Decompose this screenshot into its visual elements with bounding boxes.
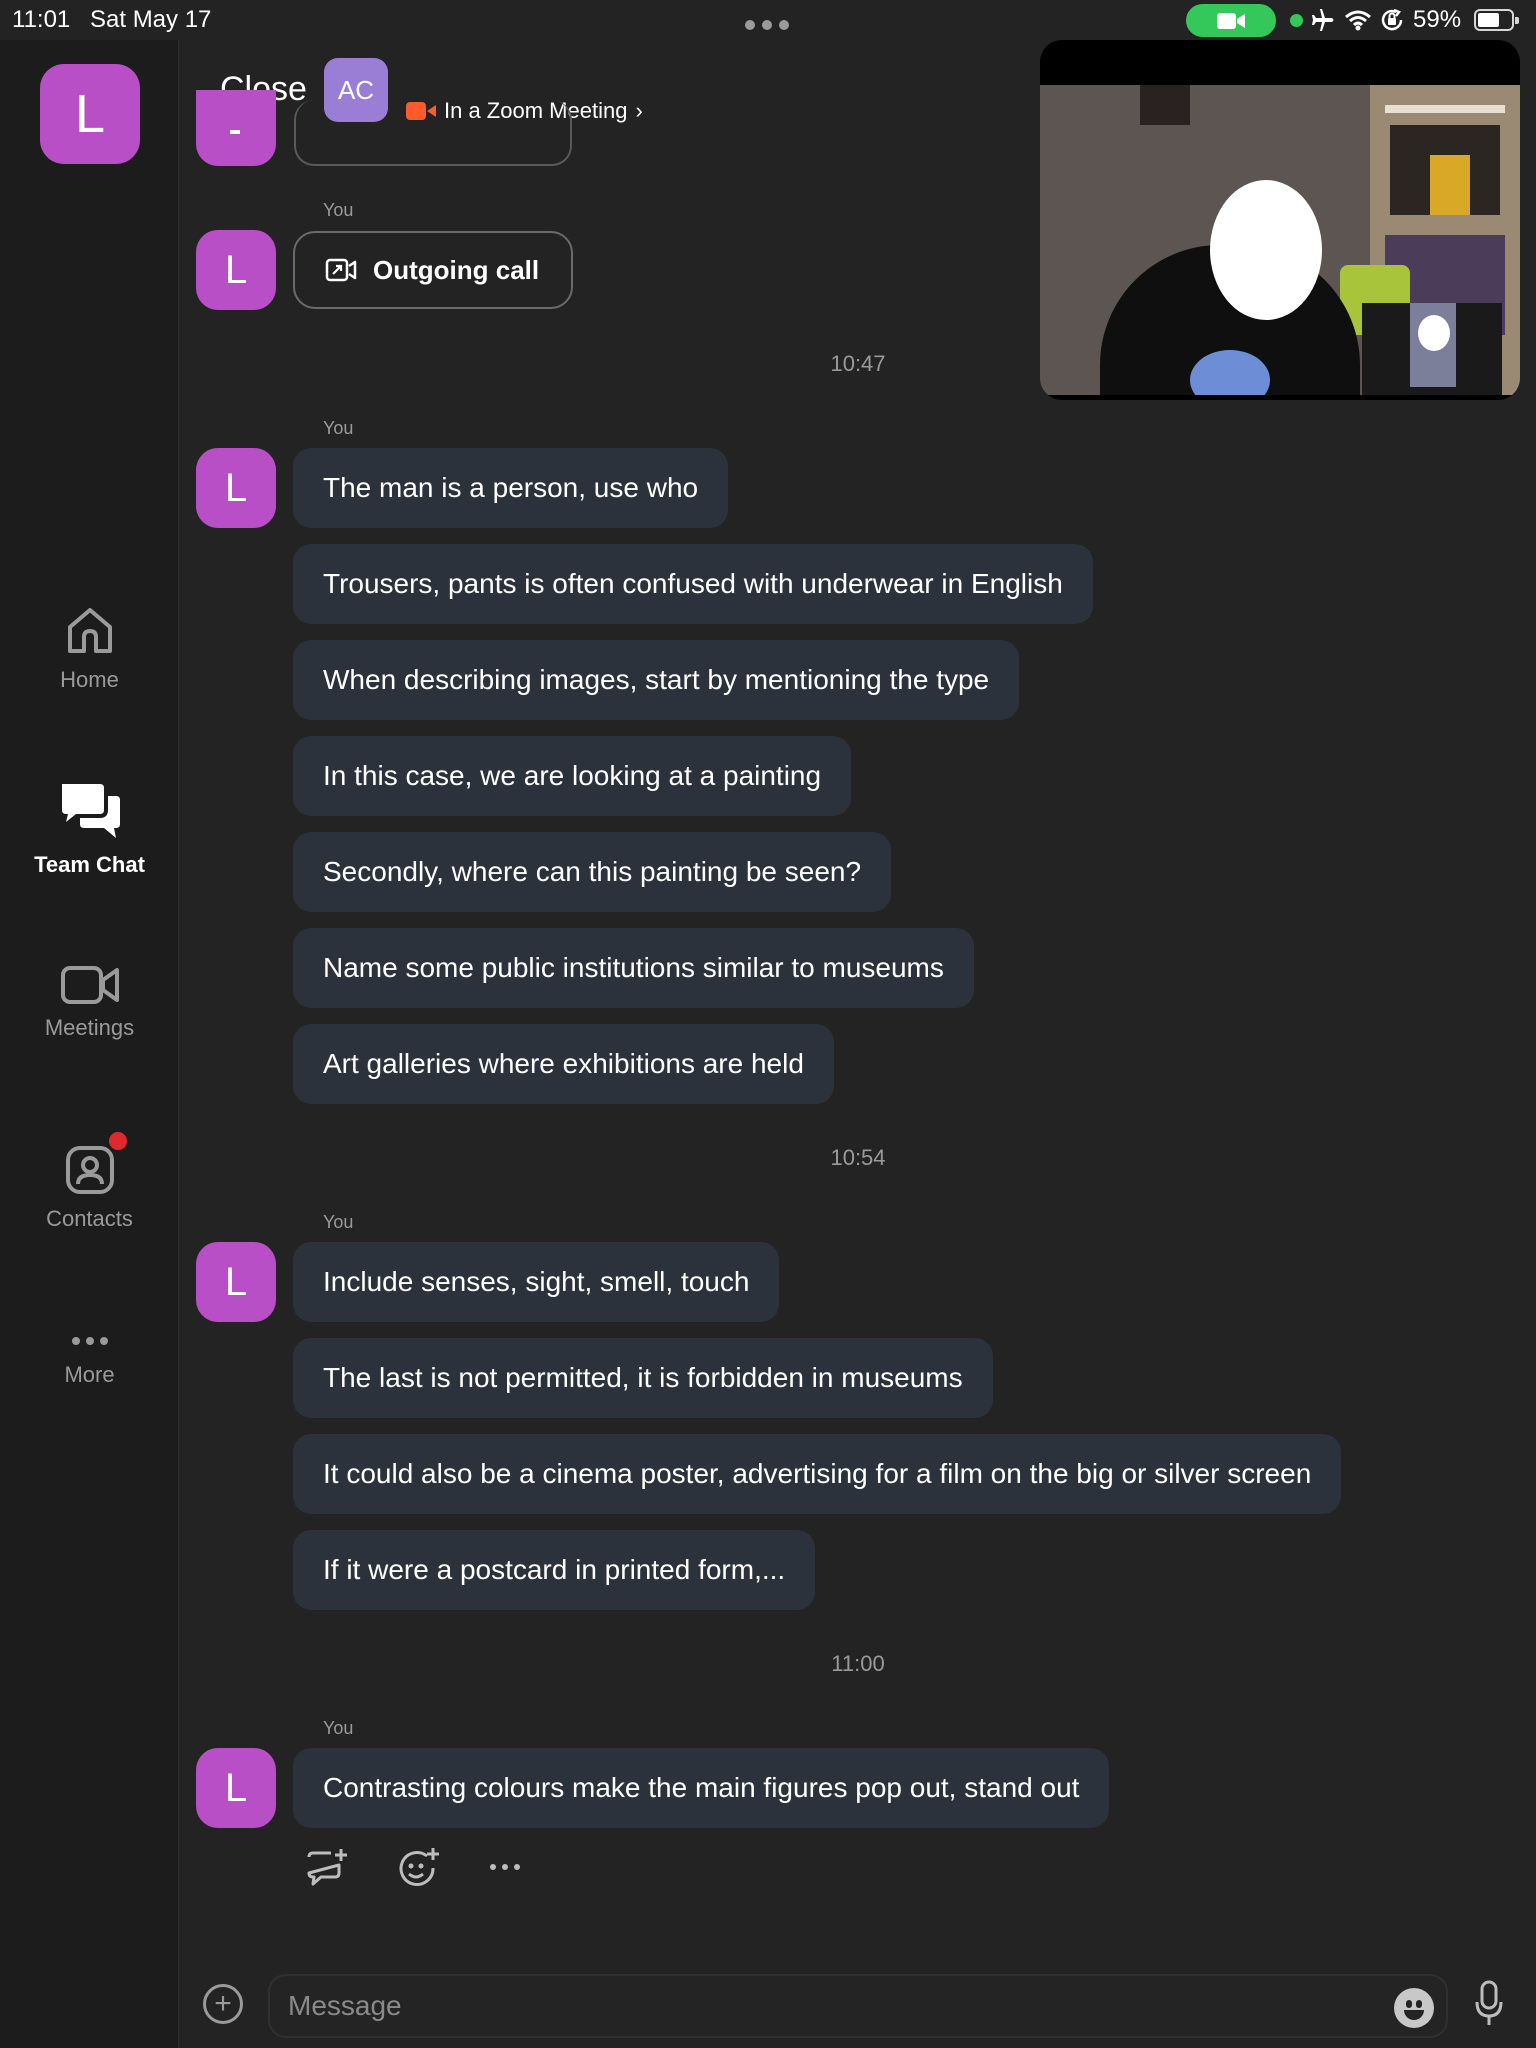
sidebar-item-home[interactable]: Home [0, 605, 179, 693]
chat-bubbles-icon [61, 784, 120, 838]
sender-label: You [323, 200, 354, 220]
message-input[interactable] [288, 1976, 1368, 2036]
message-bubble[interactable]: It could also be a cinema poster, advert… [293, 1434, 1342, 1514]
reply-thread-icon[interactable] [305, 1847, 349, 1887]
sidebar-item-label: Contacts [46, 1206, 133, 1231]
timestamp: 10:54 [830, 1145, 886, 1170]
orientation-lock-icon [1381, 8, 1403, 31]
outgoing-video-call-icon [325, 258, 357, 282]
avatar[interactable]: L [196, 448, 276, 528]
message-bubble[interactable]: Contrasting colours make the main figure… [293, 1748, 1110, 1828]
avatar[interactable]: L [196, 1242, 276, 1322]
message-bubble[interactable]: When describing images, start by mention… [293, 640, 1020, 720]
wifi-icon [1345, 10, 1371, 31]
sidebar-item-label: Meetings [44, 1015, 135, 1040]
self-video-feed [1362, 303, 1502, 395]
outgoing-call-bubble[interactable]: Outgoing call [293, 231, 573, 309]
status-time: 11:01 [12, 6, 71, 33]
sidebar-item-team-chat[interactable]: Team Chat [0, 780, 179, 878]
message-bubble[interactable]: Trousers, pants is often confused with u… [293, 544, 1093, 624]
add-reaction-icon[interactable] [397, 1846, 441, 1888]
home-icon [67, 608, 112, 653]
status-date: Sat May 17 [90, 6, 212, 33]
sidebar-item-more[interactable]: More [0, 1330, 179, 1388]
battery-icon [1474, 9, 1519, 31]
sidebar-item-label: Home [60, 667, 119, 692]
airplane-mode-icon [1312, 9, 1334, 31]
avatar[interactable]: L [196, 230, 276, 310]
message-actions [305, 1846, 521, 1888]
active-video-call-indicator[interactable] [1186, 4, 1276, 37]
sender-label: You [323, 1718, 354, 1738]
battery-percent: 59% [1413, 6, 1462, 33]
timestamp: 11:00 [831, 1651, 885, 1676]
profile-avatar[interactable]: L [40, 64, 140, 164]
message-bubble[interactable]: In this case, we are looking at a painti… [293, 736, 852, 816]
microphone-icon[interactable] [1474, 1980, 1504, 2028]
message-bubble[interactable]: Art galleries where exhibitions are held [293, 1024, 834, 1104]
sidebar-item-label: Team Chat [34, 852, 145, 877]
multitasking-dots-icon[interactable] [745, 20, 789, 30]
emoji-icon[interactable] [1394, 1988, 1434, 2028]
message-bubble[interactable]: Include senses, sight, smell, touch [293, 1242, 780, 1322]
chevron-right-icon: › [635, 98, 643, 123]
message-bubble[interactable]: If it were a postcard in printed form,..… [293, 1530, 816, 1610]
status-bar: 11:01 Sat May 17 59% [0, 0, 1536, 40]
sidebar-item-meetings[interactable]: Meetings [0, 965, 179, 1041]
message-composer [268, 1974, 1448, 2038]
camera-in-use-dot [1290, 14, 1303, 27]
message-bubble[interactable]: Secondly, where can this painting be see… [293, 832, 892, 912]
sender-label: You [323, 418, 354, 438]
outgoing-call-label: Outgoing call [373, 254, 540, 285]
more-options-icon[interactable] [489, 1862, 521, 1872]
video-camera-icon [60, 966, 119, 1004]
message-bubble[interactable]: The man is a person, use who [293, 448, 729, 528]
avatar [196, 90, 276, 166]
more-dots-icon [71, 1337, 108, 1345]
sidebar: L Home Team Chat Meetings Contacts More [0, 40, 179, 2048]
message-bubble[interactable]: The last is not permitted, it is forbidd… [293, 1338, 993, 1418]
video-camera-icon [1217, 13, 1245, 29]
avatar[interactable]: L [196, 1748, 276, 1828]
previous-call-bubble[interactable] [294, 100, 572, 166]
video-call-pip[interactable] [1040, 40, 1520, 400]
sender-label: You [323, 1212, 354, 1232]
message-bubble[interactable]: Name some public institutions similar to… [293, 928, 974, 1008]
add-attachment-button[interactable]: + [203, 1984, 243, 2024]
sidebar-item-label: More [64, 1362, 115, 1387]
